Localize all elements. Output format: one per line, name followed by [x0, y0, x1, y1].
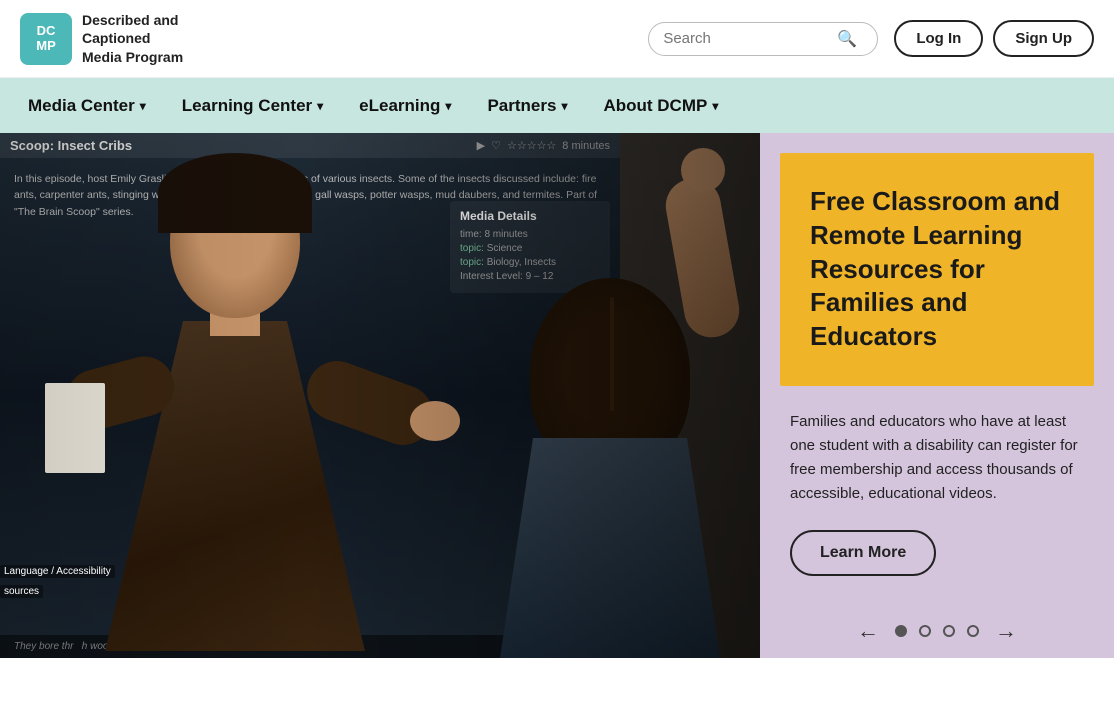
screen-header-icons: ▶ ♡ ☆☆☆☆☆ 8 minutes [477, 139, 610, 152]
search-bar[interactable]: 🔍 [648, 22, 878, 56]
heart-icon: ♡ [491, 139, 501, 152]
left-label-2: sources [0, 585, 43, 598]
logo-icon: DCMP [20, 13, 72, 65]
nav-item-media-center[interactable]: Media Center ▾ [10, 78, 164, 133]
hero-image: Scoop: Insect Cribs ▶ ♡ ☆☆☆☆☆ 8 minutes … [0, 133, 760, 658]
time-value: 8 minutes [484, 229, 527, 240]
duration-label: 8 minutes [562, 140, 610, 152]
header: DCMP Described and Captioned Media Progr… [0, 0, 1114, 78]
details-title: Media Details [460, 209, 600, 223]
hero-title: Free Classroom and Remote Learning Resou… [810, 185, 1064, 354]
chevron-down-icon: ▾ [140, 99, 146, 113]
nav-label-partners: Partners [487, 96, 556, 116]
chevron-down-icon: ▾ [445, 99, 451, 113]
student-hand-raised [681, 148, 725, 192]
main-nav: Media Center ▾ Learning Center ▾ eLearni… [0, 78, 1114, 133]
topic2-label: topic: [460, 257, 484, 268]
teacher-paper [45, 383, 105, 473]
carousel-controls: ← → [760, 600, 1114, 664]
search-icon-button[interactable]: 🔍 [837, 29, 857, 49]
nav-label-learning-center: Learning Center [182, 96, 312, 116]
learn-more-button[interactable]: Learn More [790, 530, 936, 576]
video-icon: ▶ [477, 139, 485, 152]
search-input[interactable] [663, 30, 833, 47]
logo-area: DCMP Described and Captioned Media Progr… [20, 11, 242, 66]
topic-value: Science [487, 243, 523, 254]
screen-header: Scoop: Insect Cribs ▶ ♡ ☆☆☆☆☆ 8 minutes [0, 133, 620, 158]
nav-item-about[interactable]: About DCMP ▾ [585, 78, 736, 133]
teacher-arm-right [299, 353, 442, 454]
carousel-dot-4[interactable] [967, 625, 979, 637]
time-label: time: [460, 229, 482, 240]
student-body [500, 438, 720, 658]
signup-button[interactable]: Sign Up [993, 20, 1094, 57]
hero-section: Scoop: Insect Cribs ▶ ♡ ☆☆☆☆☆ 8 minutes … [0, 133, 1114, 658]
nav-label-elearning: eLearning [359, 96, 440, 116]
topic-label: topic: [460, 243, 484, 254]
chevron-down-icon: ▾ [317, 99, 323, 113]
braid-highlight [610, 297, 614, 411]
nav-item-learning-center[interactable]: Learning Center ▾ [164, 78, 341, 133]
nav-item-partners[interactable]: Partners ▾ [469, 78, 585, 133]
student-figure [490, 278, 730, 658]
left-label-1: Language / Accessibility [0, 565, 115, 578]
carousel-next-button[interactable]: → [991, 618, 1021, 644]
login-button[interactable]: Log In [894, 20, 983, 57]
site-name: Described and Captioned Media Program [82, 11, 242, 66]
nav-label-about: About DCMP [603, 96, 707, 116]
screen-title: Scoop: Insect Cribs [10, 138, 132, 153]
carousel-dot-2[interactable] [919, 625, 931, 637]
topic-row-2: topic: Biology, Insects [460, 257, 600, 268]
hero-description: Families and educators who have at least… [790, 410, 1084, 506]
nav-label-media-center: Media Center [28, 96, 135, 116]
hero-content: Families and educators who have at least… [760, 386, 1114, 600]
time-row: time: 8 minutes [460, 229, 600, 240]
yellow-box: Free Classroom and Remote Learning Resou… [780, 153, 1094, 386]
header-buttons: Log In Sign Up [894, 20, 1094, 57]
teacher-figure [55, 163, 455, 653]
teacher-hand-right [410, 401, 460, 441]
topic-row-1: topic: Science [460, 243, 600, 254]
stars-icon: ☆☆☆☆☆ [507, 139, 556, 152]
teacher-hair [158, 153, 312, 233]
hero-info-panel: Free Classroom and Remote Learning Resou… [760, 133, 1114, 658]
carousel-dot-3[interactable] [943, 625, 955, 637]
carousel-dot-1[interactable] [895, 625, 907, 637]
chevron-down-icon: ▾ [712, 99, 718, 113]
nav-item-elearning[interactable]: eLearning ▾ [341, 78, 469, 133]
carousel-prev-button[interactable]: ← [853, 618, 883, 644]
chevron-down-icon: ▾ [561, 99, 567, 113]
topic2-value: Biology, Insects [487, 257, 556, 268]
photo-scene: Scoop: Insect Cribs ▶ ♡ ☆☆☆☆☆ 8 minutes … [0, 133, 760, 658]
